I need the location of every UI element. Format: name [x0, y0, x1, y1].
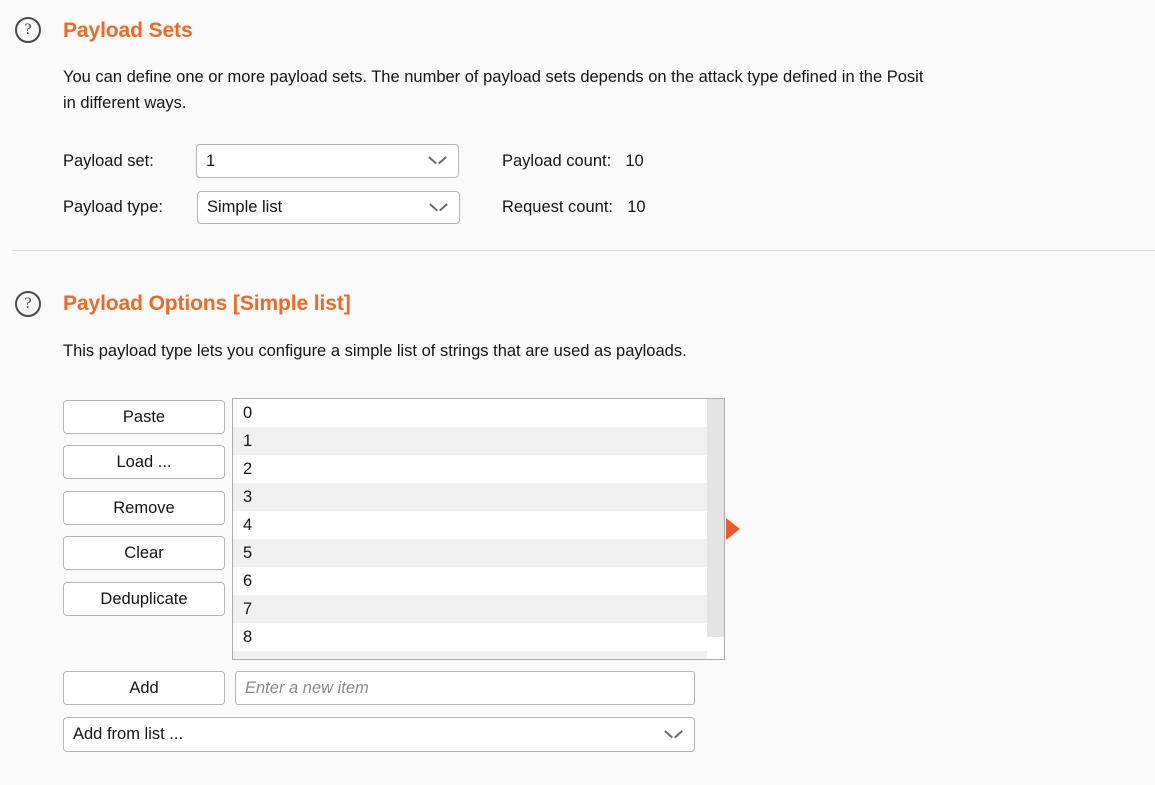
- remove-button[interactable]: Remove: [63, 491, 225, 525]
- payload-type-select[interactable]: Simple list: [197, 191, 460, 224]
- chevron-down-icon: [429, 156, 446, 166]
- payload-type-value: Simple list: [207, 198, 430, 217]
- payload-options-description: This payload type lets you configure a s…: [63, 338, 687, 364]
- add-button[interactable]: Add: [63, 671, 225, 705]
- payload-count: Payload count: 10: [502, 152, 644, 171]
- chevron-down-icon: [665, 730, 682, 740]
- request-count: Request count: 10: [502, 198, 646, 217]
- payload-list-item[interactable]: 6: [233, 567, 707, 595]
- payload-list-item[interactable]: 7: [233, 595, 707, 623]
- chevron-down-icon: [430, 203, 447, 213]
- payload-list-item[interactable]: 2: [233, 455, 707, 483]
- payload-sets-description-line2: in different ways.: [63, 90, 187, 116]
- add-from-list-select[interactable]: Add from list ...: [63, 717, 695, 752]
- add-from-list-value: Add from list ...: [73, 725, 665, 744]
- payload-sets-title: Payload Sets: [63, 19, 193, 43]
- add-item-input[interactable]: [235, 671, 695, 705]
- payload-list-scrollbar-thumb[interactable]: [707, 399, 724, 637]
- payload-set-label: Payload set:: [63, 152, 154, 171]
- payload-list-item[interactable]: 8: [233, 623, 707, 651]
- payload-list-item[interactable]: 0: [233, 399, 707, 427]
- payload-type-label: Payload type:: [63, 198, 163, 217]
- help-icon-payload-sets[interactable]: ?: [15, 17, 41, 43]
- payload-list[interactable]: 012345678: [232, 398, 725, 660]
- help-icon-payload-options[interactable]: ?: [15, 291, 41, 317]
- payload-set-select[interactable]: 1: [196, 144, 459, 178]
- paste-button[interactable]: Paste: [63, 400, 225, 434]
- request-count-label: Request count:: [502, 198, 613, 216]
- payload-list-item[interactable]: 4: [233, 511, 707, 539]
- list-marker-icon: [726, 518, 740, 540]
- section-divider: [12, 250, 1155, 251]
- payload-set-value: 1: [206, 152, 429, 171]
- clear-button[interactable]: Clear: [63, 536, 225, 570]
- payload-list-item[interactable]: 1: [233, 427, 707, 455]
- payloads-panel: ? Payload Sets You can define one or mor…: [0, 0, 1155, 785]
- payload-list-item[interactable]: 3: [233, 483, 707, 511]
- payload-list-rows: 012345678: [233, 399, 707, 660]
- payload-count-value: 10: [625, 152, 643, 170]
- load-button[interactable]: Load ...: [63, 445, 225, 479]
- deduplicate-button[interactable]: Deduplicate: [63, 582, 225, 616]
- payload-sets-description-line1: You can define one or more payload sets.…: [63, 64, 923, 90]
- payload-count-label: Payload count:: [502, 152, 611, 170]
- payload-list-item-partial[interactable]: [233, 651, 707, 660]
- payload-list-scrollbar[interactable]: [707, 399, 724, 659]
- payload-options-title: Payload Options [Simple list]: [63, 292, 351, 316]
- request-count-value: 10: [627, 198, 645, 216]
- payload-list-item[interactable]: 5: [233, 539, 707, 567]
